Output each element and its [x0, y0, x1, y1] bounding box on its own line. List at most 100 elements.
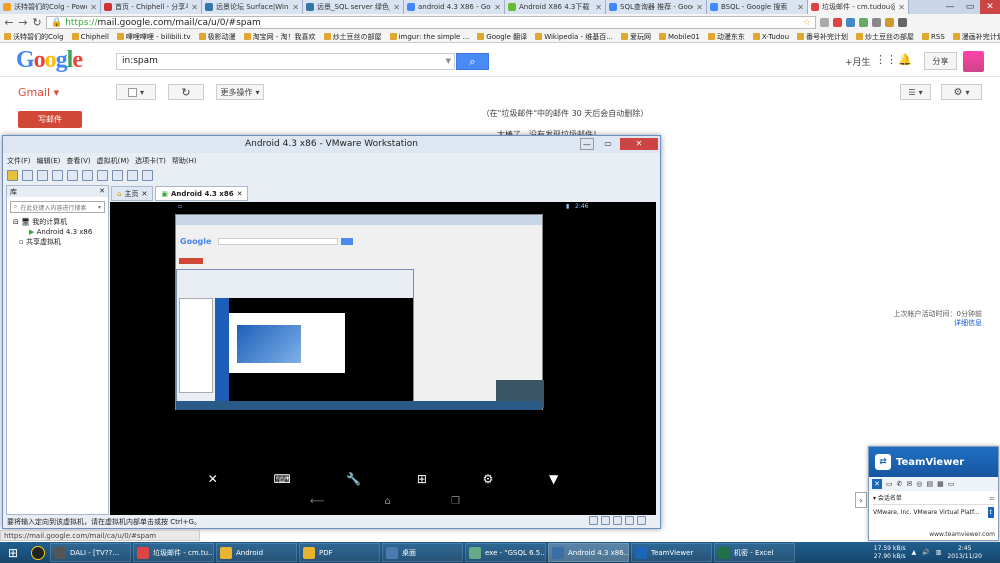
bookmark-item[interactable]: RSS [922, 33, 945, 41]
headset-icon[interactable]: ◎ [916, 480, 922, 488]
close-icon[interactable]: ✕ [393, 3, 400, 12]
menu-item[interactable]: 文件(F) [7, 156, 31, 166]
back-icon[interactable]: ← [4, 16, 14, 29]
expand-arrow-icon[interactable]: › [855, 492, 867, 508]
maximize-icon[interactable]: ▭ [960, 0, 980, 14]
tree-item-shared[interactable]: ▫ 共享虚拟机 [7, 237, 108, 247]
close-icon[interactable]: ✕ [237, 190, 243, 198]
close-icon[interactable]: ✕ [191, 3, 198, 12]
extension-icon[interactable] [833, 18, 842, 27]
bookmark-item[interactable]: 番号补完计划 [797, 32, 848, 42]
close-icon[interactable]: ✕ [620, 138, 658, 150]
back-icon[interactable]: ⟵ [310, 496, 324, 510]
bookmark-item[interactable]: 动漫东东 [707, 32, 745, 42]
wrench-icon[interactable]: 🔧 [346, 472, 361, 486]
recent-apps-icon[interactable]: ❐ [451, 496, 460, 510]
compose-button[interactable]: 写邮件 [18, 111, 82, 128]
select-checkbox[interactable]: ▾ [116, 84, 156, 100]
extension-icon[interactable] [885, 18, 894, 27]
video-icon[interactable]: ▭ [886, 480, 893, 488]
send-keys-icon[interactable] [22, 170, 33, 181]
apps-grid-icon[interactable]: ⋮⋮ [875, 53, 897, 66]
menu-item[interactable]: 虚拟机(M) [97, 156, 130, 166]
bookmark-item[interactable]: 极影动漫 [198, 32, 236, 42]
manage-snapshots-icon[interactable] [67, 170, 78, 181]
sound-icon[interactable] [637, 516, 646, 525]
hdd-icon[interactable] [589, 516, 598, 525]
menu-item[interactable]: 选项卡(T) [135, 156, 166, 166]
refresh-button[interactable]: ↻ [168, 84, 204, 100]
chevron-down-icon[interactable]: ▾ [98, 204, 101, 211]
gear-icon[interactable]: ⚙ [483, 472, 494, 486]
menu-item[interactable]: 帮助(H) [172, 156, 197, 166]
bookmark-item[interactable]: X-Tudou [752, 33, 789, 41]
avatar[interactable] [963, 51, 984, 72]
revert-icon[interactable] [52, 170, 63, 181]
unity-icon[interactable] [127, 170, 138, 181]
bookmark-item[interactable]: Google 翻译 [477, 32, 527, 42]
share-button[interactable]: 分享 [924, 52, 957, 70]
whiteboard-icon[interactable]: ▦ [937, 480, 944, 488]
close-icon[interactable]: ✕ [99, 187, 105, 195]
tray-arrow-icon[interactable]: ▲ [912, 549, 917, 556]
fullscreen-icon[interactable] [112, 170, 123, 181]
close-icon[interactable]: ✕ [898, 3, 905, 12]
browser-tab[interactable]: SQL查询器 推荐 - Googl ✕ [606, 0, 707, 14]
extension-icon[interactable] [872, 18, 881, 27]
close-icon[interactable]: ✕ [208, 472, 218, 486]
bookmark-item[interactable]: 沃特碧们的Colg [4, 32, 64, 42]
taskbar-item[interactable]: 机密 - Excel [714, 543, 795, 562]
bookmark-item[interactable]: 淘宝网 - 淘！我喜欢 [243, 32, 316, 42]
close-icon[interactable]: ✕ [494, 3, 501, 12]
reload-icon[interactable]: ↻ [32, 16, 42, 29]
clock[interactable]: 2:45 2013/11/20 [947, 545, 982, 561]
network-icon[interactable] [613, 516, 622, 525]
bookmark-item[interactable]: 爱玩网 [620, 32, 651, 42]
extension-icon[interactable] [820, 18, 829, 27]
taskbar-item[interactable]: PDF [299, 543, 380, 562]
bookmark-item[interactable]: Mobile01 [658, 33, 700, 41]
phone-icon[interactable]: ✆ [897, 480, 903, 488]
bookmark-item[interactable]: imgur: the simple ... [389, 33, 469, 41]
browser-tab[interactable]: Android X86 4.3下载 安 ✕ [505, 0, 606, 14]
file-icon[interactable]: ▤ [926, 480, 933, 488]
snapshot-icon[interactable] [37, 170, 48, 181]
close-icon[interactable]: ✕ [595, 3, 602, 12]
extension-icon[interactable] [859, 18, 868, 27]
google-logo[interactable]: Google [16, 47, 83, 74]
keyboard-icon[interactable]: ⌨ [273, 472, 290, 486]
restore-icon[interactable]: ▭ [601, 138, 615, 150]
home-icon[interactable]: ⌂ [385, 496, 391, 510]
monitor-icon[interactable]: ▭ [948, 480, 955, 488]
chat-icon[interactable]: ✉ [907, 480, 913, 488]
browser-tab[interactable]: 首页 - Chiphell - 分享与 ✕ [101, 0, 202, 14]
taskbar-item[interactable]: Android [216, 543, 297, 562]
browser-tab[interactable]: 远景论坛 Surface|Win8 ✕ [202, 0, 303, 14]
volume-icon[interactable]: 🔊 [922, 549, 929, 556]
browser-tab[interactable]: BSQL - Google 搜索 ✕ [707, 0, 808, 14]
plus-user-link[interactable]: +月生 [845, 55, 871, 68]
close-icon[interactable]: ✕ [696, 3, 703, 12]
taskbar-item[interactable]: Android 4.3 x86… [548, 543, 629, 562]
bookmark-item[interactable]: Chiphell [71, 33, 109, 41]
density-button[interactable]: ☰ ▾ [900, 84, 931, 100]
bookmark-item[interactable]: 炒土豆丝の部屋 [856, 32, 914, 42]
tree-item-vm[interactable]: ▶ Android 4.3 x86 [7, 227, 108, 237]
more-actions-button[interactable]: 更多操作 ▾ [216, 84, 264, 100]
taskbar-item[interactable]: DALI - [TV??… [50, 543, 131, 562]
extension-icon[interactable] [846, 18, 855, 27]
minimize-icon[interactable]: — [940, 0, 960, 14]
forward-icon[interactable]: → [18, 16, 28, 29]
start-windows-icon[interactable]: ⊞ [0, 542, 26, 563]
tree-item-my-computer[interactable]: ⊟ 🖥 我的计算机 [7, 217, 108, 227]
windows-icon[interactable]: ⊞ [417, 472, 427, 486]
menu-item[interactable]: 编辑(E) [37, 156, 61, 166]
session-entry[interactable]: VMware, Inc. VMware Virtual Platf... t [873, 504, 994, 518]
menu-item[interactable]: 查看(V) [66, 156, 90, 166]
usb-icon[interactable] [625, 516, 634, 525]
console-view-icon[interactable] [142, 170, 153, 181]
browser-tab[interactable]: 沃特碧们的Colg - Powe ✕ [0, 0, 101, 14]
close-icon[interactable]: ✕ [797, 3, 804, 12]
power-icon[interactable] [7, 170, 18, 181]
details-link[interactable]: 详细信息 [870, 319, 982, 328]
